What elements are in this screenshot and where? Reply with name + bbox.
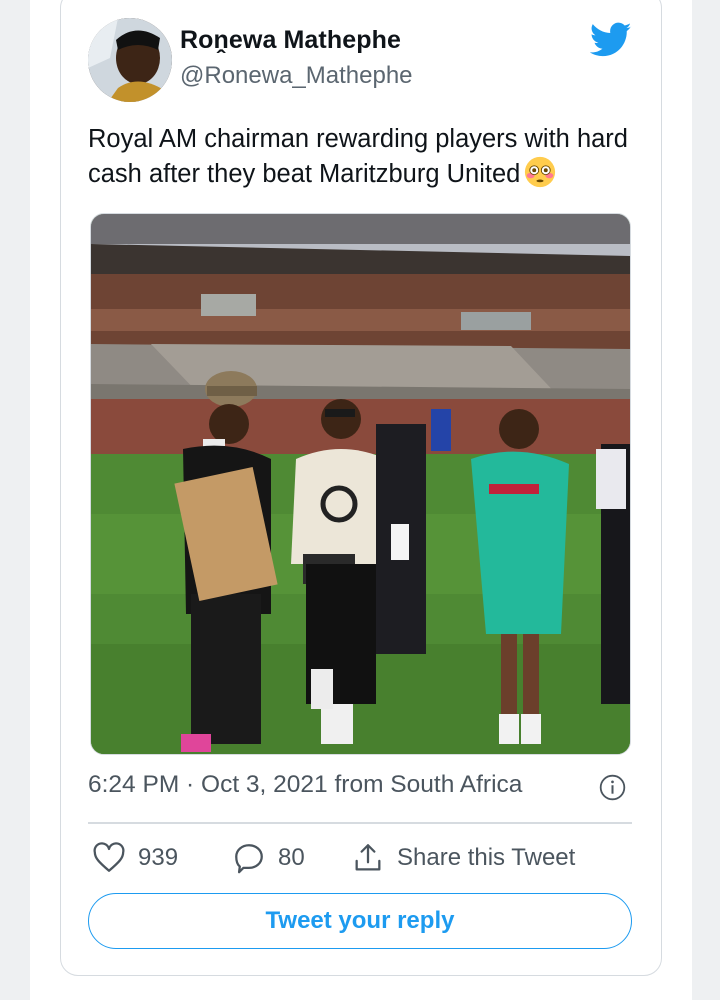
share-label: Share this Tweet (397, 844, 576, 871)
like-button[interactable]: 939 (92, 840, 178, 876)
reply-count: 80 (278, 844, 305, 871)
tweet-text: Royal AM chairman rewarding players with… (88, 122, 644, 191)
stadium-photo (91, 214, 630, 754)
reply-bubble-icon (235, 844, 263, 874)
tweet-timestamp[interactable]: 6:24 PM · Oct 3, 2021 from South Africa (88, 771, 522, 799)
flushed-face-emoji (525, 156, 556, 188)
share-button[interactable]: Share this Tweet (351, 840, 575, 876)
heart-icon (93, 842, 125, 872)
tweet-photo[interactable] (90, 213, 631, 755)
user-handle[interactable]: @Ronewa_Mathephe (180, 62, 413, 90)
reply-action-button[interactable]: 80 (232, 840, 305, 876)
twitter-bird-icon[interactable] (590, 22, 632, 58)
share-icon (355, 844, 381, 871)
divider (88, 822, 632, 824)
like-count: 939 (138, 844, 179, 871)
display-name[interactable]: Roṋewa Mathephe (180, 26, 401, 55)
reply-button-label: Tweet your reply (265, 907, 455, 934)
profile-photo (88, 18, 172, 102)
tweet-your-reply-button[interactable]: Tweet your reply (88, 893, 632, 949)
avatar[interactable] (88, 18, 172, 102)
info-icon[interactable] (599, 774, 626, 801)
